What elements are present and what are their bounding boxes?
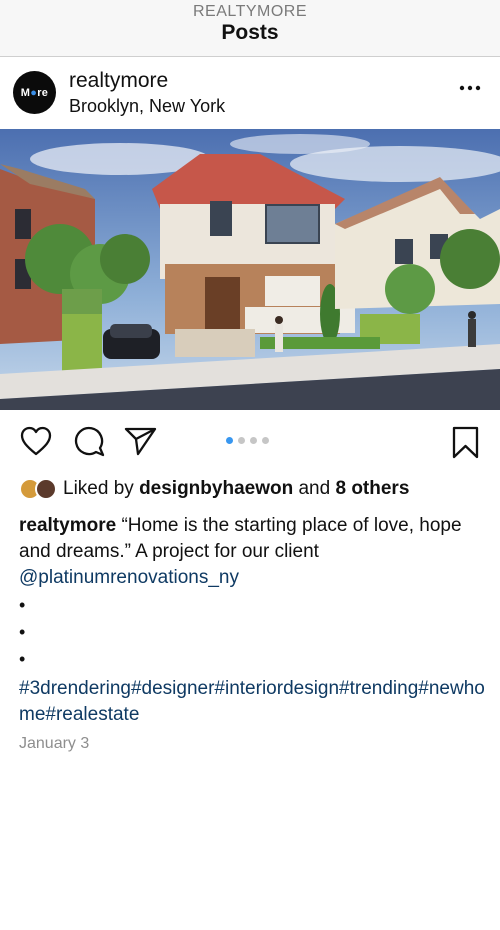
avatar[interactable]: M●re — [13, 71, 56, 114]
caption-bullet: • — [19, 622, 26, 642]
bookmark-icon[interactable] — [451, 426, 480, 459]
caption-mention[interactable]: @platinumrenovations_ny — [19, 567, 239, 588]
carousel-dot — [238, 437, 245, 444]
likes-summary[interactable]: Liked by designbyhaewon and 8 others — [19, 476, 409, 502]
post-username[interactable]: realtymore — [69, 69, 168, 93]
post-location[interactable]: Brooklyn, New York — [69, 96, 225, 117]
send-icon[interactable] — [124, 426, 157, 456]
more-horizontal-icon[interactable] — [458, 80, 482, 96]
post-date: January 3 — [19, 735, 90, 752]
liker-username[interactable]: designbyhaewon — [139, 478, 293, 500]
top-bar: REALTYMORE Posts — [0, 0, 500, 57]
carousel-dot — [262, 437, 269, 444]
heart-icon[interactable] — [20, 426, 52, 456]
carousel-dot — [250, 437, 257, 444]
carousel-dot-active — [226, 437, 233, 444]
caption-bullet: • — [19, 649, 26, 669]
page-title: Posts — [221, 21, 279, 44]
likes-others[interactable]: 8 others — [335, 478, 409, 500]
likes-prefix: Liked by — [63, 478, 134, 499]
comment-icon[interactable] — [74, 426, 105, 457]
carousel-indicator — [226, 437, 269, 444]
house-rendering-image — [0, 129, 500, 410]
liker-avatars — [19, 478, 57, 500]
likes-and: and — [298, 478, 331, 499]
post-caption: realtymore “Home is the starting place o… — [19, 513, 489, 591]
caption-bullet: • — [19, 595, 26, 615]
post-image[interactable] — [0, 129, 500, 410]
avatar-logo: M●re — [20, 86, 49, 99]
caption-username[interactable]: realtymore — [19, 515, 116, 536]
liker-avatar — [35, 478, 57, 500]
post-header: M●re realtymore Brooklyn, New York — [0, 58, 500, 128]
account-name: REALTYMORE — [192, 3, 308, 20]
caption-hashtags[interactable]: #3drendering#designer#interiordesign#tre… — [19, 676, 489, 728]
